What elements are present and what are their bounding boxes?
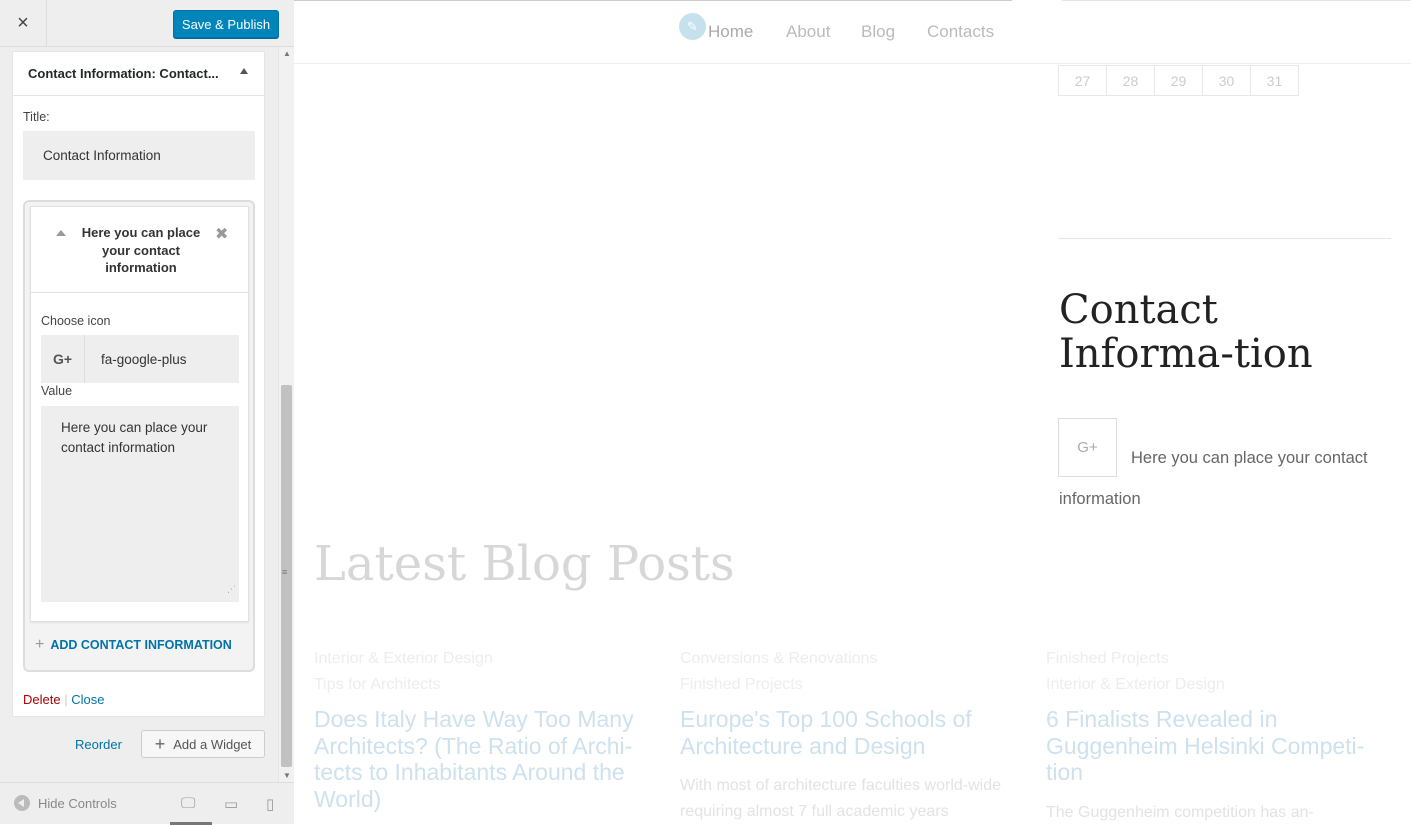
post-excerpt: The Guggenheim competition has an- bbox=[1046, 803, 1314, 821]
pencil-icon[interactable]: ✎ bbox=[677, 11, 708, 42]
value-label: Value bbox=[41, 384, 73, 398]
post-excerpt: With most of architecture faculties worl… bbox=[680, 777, 1001, 820]
thumb-grip-icon: ≡ bbox=[282, 567, 288, 577]
collapse-circle-icon bbox=[14, 795, 30, 811]
controls-panel: Contact Information: Contact... Title: C… bbox=[0, 47, 294, 782]
add-widget-button[interactable]: + Add a Widget bbox=[141, 730, 265, 758]
close-customizer-button[interactable]: × bbox=[0, 0, 47, 47]
title-input[interactable]: Contact Information bbox=[23, 131, 255, 180]
icon-picker[interactable]: G+ fa-google-plus bbox=[41, 335, 239, 383]
contact-repeater: Here you can place your contact informat… bbox=[23, 200, 255, 672]
calendar-day[interactable]: 30 bbox=[1202, 65, 1251, 96]
nav-contacts[interactable]: Contacts bbox=[927, 22, 994, 42]
widget-title: Contact Information: Contact... bbox=[28, 66, 219, 81]
customizer-header: × Save & Publish bbox=[0, 0, 294, 47]
calendar-day[interactable]: 28 bbox=[1106, 65, 1155, 96]
site-preview: ✎ Home About Blog Contacts 27 28 29 30 3… bbox=[294, 0, 1411, 824]
post-category[interactable]: Tips for Architects bbox=[314, 672, 659, 698]
post-title[interactable]: Europe's Top 100 Schools of Architecture… bbox=[680, 706, 1025, 759]
scroll-down-arrow-icon[interactable]: ▼ bbox=[283, 771, 291, 780]
add-widget-label: Add a Widget bbox=[173, 736, 252, 752]
remove-item-icon[interactable]: ✖ bbox=[215, 224, 228, 244]
nav-about[interactable]: About bbox=[786, 22, 830, 42]
icon-value: fa-google-plus bbox=[101, 351, 187, 367]
close-link[interactable]: Close bbox=[71, 692, 104, 707]
hide-controls-label: Hide Controls bbox=[38, 795, 117, 811]
post-category[interactable]: Conversions & Renovations bbox=[680, 646, 1025, 672]
site-navigation: ✎ Home About Blog Contacts bbox=[294, 0, 1411, 64]
scroll-up-arrow-icon[interactable]: ▲ bbox=[283, 49, 291, 58]
widget-actions: Delete | Close bbox=[23, 692, 104, 707]
calendar-day[interactable]: 29 bbox=[1154, 65, 1203, 96]
value-text: Here you can place your contact informat… bbox=[61, 420, 208, 455]
mobile-preview-icon[interactable]: ▯ bbox=[266, 795, 274, 813]
desktop-preview-icon[interactable]: 🖵 bbox=[169, 795, 214, 825]
repeater-item-title: Here you can place your contact informat… bbox=[81, 225, 201, 275]
separator: | bbox=[64, 692, 68, 707]
contact-text: Here you can place your contact informat… bbox=[1059, 449, 1368, 508]
post-category[interactable]: Interior & Exterior Design bbox=[314, 646, 659, 672]
scroll-thumb[interactable]: ≡ bbox=[281, 385, 292, 767]
repeater-item-header[interactable]: Here you can place your contact informat… bbox=[31, 207, 248, 293]
plus-icon: + bbox=[35, 636, 45, 653]
post-category[interactable]: Finished Projects bbox=[1046, 646, 1391, 672]
value-textarea[interactable]: Here you can place your contact informat… bbox=[41, 406, 239, 602]
calendar-day[interactable]: 27 bbox=[1058, 65, 1107, 96]
collapse-arrow-icon[interactable] bbox=[240, 68, 248, 74]
widget-header[interactable]: Contact Information: Contact... bbox=[13, 52, 264, 96]
blog-post-card: Interior & Exterior Design Tips for Arch… bbox=[314, 646, 659, 812]
contact-widget: Contact Information: Contact... Title: C… bbox=[12, 51, 265, 717]
latest-posts-heading: Latest Blog Posts bbox=[314, 536, 735, 592]
customizer-sidebar: × Save & Publish Contact Information: Co… bbox=[0, 0, 294, 825]
post-category[interactable]: Interior & Exterior Design bbox=[1046, 672, 1391, 698]
reorder-link[interactable]: Reorder bbox=[75, 737, 122, 752]
google-plus-icon: G+ bbox=[41, 335, 85, 383]
nav-home[interactable]: Home bbox=[708, 22, 753, 42]
calendar-row: 27 28 29 30 31 bbox=[1058, 65, 1299, 96]
resize-grip-icon[interactable]: ⋰ bbox=[227, 579, 236, 599]
delete-link[interactable]: Delete bbox=[23, 692, 61, 707]
post-title[interactable]: 6 Finalists Revealed in Guggenheim Helsi… bbox=[1046, 706, 1391, 786]
blog-post-card: Conversions & Renovations Finished Proje… bbox=[680, 646, 1025, 824]
post-title[interactable]: Does Italy Have Way Too Many Architects?… bbox=[314, 706, 659, 812]
sidebar-scrollbar[interactable]: ▲ ≡ ▼ bbox=[278, 47, 294, 782]
customizer-footer: Hide Controls 🖵 ▭ ▯ bbox=[0, 782, 294, 825]
add-contact-information-button[interactable]: + ADD CONTACT INFORMATION bbox=[35, 636, 232, 654]
nav-blog[interactable]: Blog bbox=[861, 22, 895, 42]
repeater-item: Here you can place your contact informat… bbox=[30, 206, 249, 622]
add-contact-label: ADD CONTACT INFORMATION bbox=[50, 638, 232, 652]
hide-controls-button[interactable]: Hide Controls bbox=[14, 795, 117, 811]
divider bbox=[1058, 238, 1391, 239]
title-label: Title: bbox=[23, 110, 50, 124]
contact-widget-heading: Contact Informa-tion bbox=[1059, 287, 1313, 377]
save-publish-button[interactable]: Save & Publish bbox=[173, 10, 279, 38]
choose-icon-label: Choose icon bbox=[41, 314, 111, 328]
item-toggle-icon[interactable] bbox=[56, 230, 66, 236]
post-category[interactable]: Finished Projects bbox=[680, 672, 1025, 698]
plus-icon: + bbox=[154, 733, 166, 754]
tablet-preview-icon[interactable]: ▭ bbox=[224, 795, 238, 813]
calendar-day[interactable]: 31 bbox=[1250, 65, 1299, 96]
blog-post-card: Finished Projects Interior & Exterior De… bbox=[1046, 646, 1391, 824]
